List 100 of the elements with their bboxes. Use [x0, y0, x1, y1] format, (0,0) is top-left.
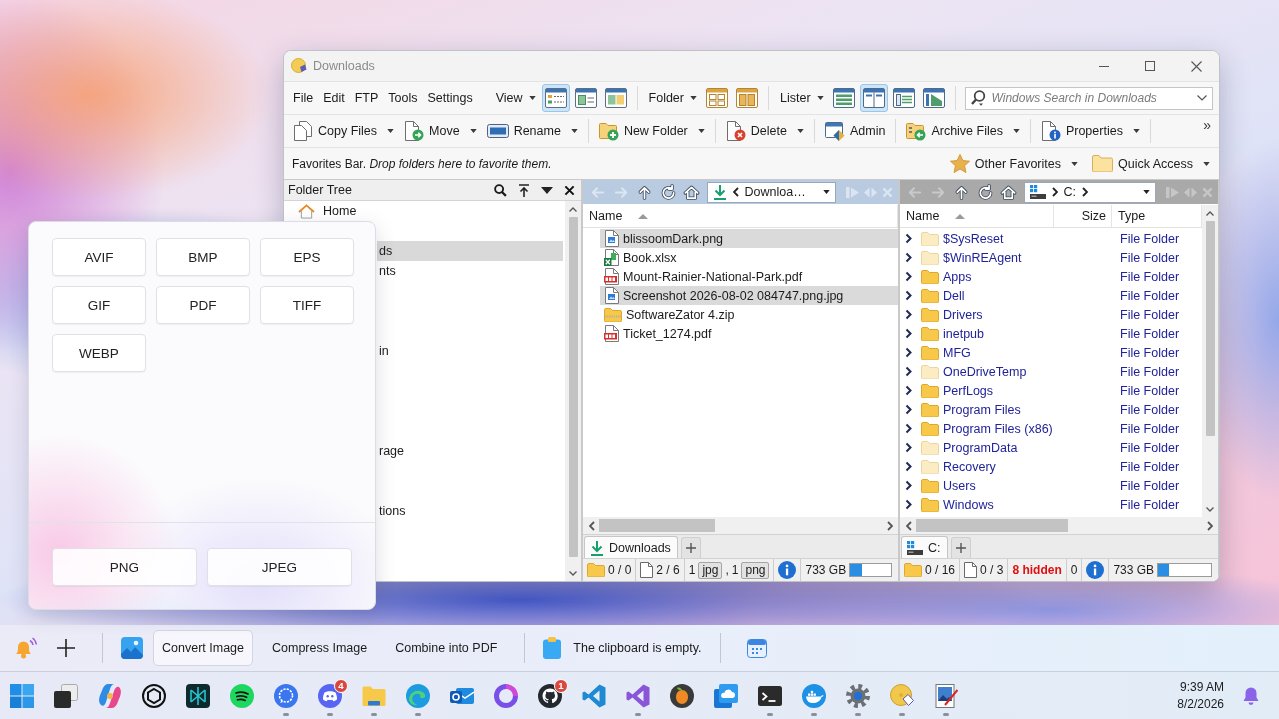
- target-format-button[interactable]: PNG: [52, 548, 197, 586]
- expand-chevron-icon[interactable]: [905, 423, 912, 434]
- speech-bubble-icon[interactable]: [274, 683, 298, 708]
- expand-chevron-icon[interactable]: [905, 328, 912, 339]
- notification-bell-icon[interactable]: [1242, 685, 1260, 706]
- calendar-icon[interactable]: [746, 638, 767, 658]
- swirl-icon[interactable]: [98, 683, 122, 708]
- file-row[interactable]: Screenshot 2026-08-02 084747.png.jpg: [600, 286, 898, 305]
- cloud-tile-icon[interactable]: [714, 683, 738, 708]
- expand-chevron-icon[interactable]: [905, 271, 912, 282]
- favorites-menu-button[interactable]: Quick Access: [1086, 149, 1215, 178]
- chevron-down-icon[interactable]: [1197, 94, 1207, 101]
- expand-chevron-icon[interactable]: [905, 290, 912, 301]
- layout-menu-button[interactable]: Lister: [774, 85, 830, 111]
- scroll-down-icon[interactable]: [569, 571, 577, 576]
- location-field[interactable]: C:: [1023, 181, 1156, 203]
- arrow-to-top-icon[interactable]: [518, 183, 530, 197]
- scroll-up-icon[interactable]: [569, 207, 577, 212]
- expand-chevron-icon[interactable]: [905, 366, 912, 377]
- overflow-button[interactable]: »: [1199, 117, 1215, 133]
- file-row[interactable]: inetpub File Folder: [917, 324, 1202, 343]
- horizontal-scrollbar[interactable]: [583, 517, 898, 534]
- minimize-icon[interactable]: [1099, 65, 1109, 67]
- lister-tab[interactable]: C:: [901, 536, 948, 558]
- clock-time[interactable]: 9:39 AM: [1179, 678, 1224, 696]
- column-header[interactable]: Size: [1054, 205, 1112, 227]
- expand-chevron-icon[interactable]: [905, 309, 912, 320]
- file-row[interactable]: $WinREAgent File Folder: [917, 248, 1202, 267]
- expand-chevron-icon[interactable]: [905, 385, 912, 396]
- file-row[interactable]: PerfLogs File Folder: [917, 381, 1202, 400]
- menu-item[interactable]: Tools: [383, 85, 423, 111]
- action-button[interactable]: Compress Image: [263, 630, 377, 666]
- ribbon-icon[interactable]: [582, 683, 606, 708]
- menu-item[interactable]: FTP: [349, 85, 384, 111]
- up-arrow-icon[interactable]: [953, 183, 970, 201]
- vertical-scrollbar[interactable]: [565, 201, 581, 581]
- vertical-scrollbar[interactable]: [1202, 205, 1218, 517]
- command-button[interactable]: Admin: [819, 117, 891, 145]
- format-button[interactable]: TIFF: [260, 286, 354, 324]
- file-row[interactable]: Dell File Folder: [917, 286, 1202, 305]
- command-button[interactable]: Archive Files: [901, 117, 1025, 145]
- starburst-tile-icon[interactable]: [186, 683, 210, 708]
- file-row[interactable]: Apps File Folder: [917, 267, 1202, 286]
- ribbon-icon[interactable]: [626, 683, 650, 708]
- layout-menu-button[interactable]: View: [489, 85, 542, 111]
- stacked-squares-icon[interactable]: [54, 683, 78, 708]
- expand-chevron-icon[interactable]: [905, 499, 912, 510]
- panel-toggle-icon[interactable]: [846, 186, 859, 198]
- info-icon[interactable]: [1086, 561, 1105, 579]
- format-button[interactable]: BMP: [156, 238, 250, 276]
- expand-chevron-icon[interactable]: [905, 480, 912, 491]
- tree-item[interactable]: in: [377, 341, 563, 361]
- target-format-button[interactable]: JPEG: [207, 548, 352, 586]
- menu-item[interactable]: Edit: [318, 85, 350, 111]
- expand-chevron-icon[interactable]: [905, 347, 912, 358]
- file-row[interactable]: OneDriveTemp File Folder: [917, 362, 1202, 381]
- file-row[interactable]: blissoomDark.png: [600, 229, 898, 248]
- scroll-down-icon[interactable]: [1206, 507, 1214, 512]
- plus-icon[interactable]: [685, 543, 696, 553]
- clock-date[interactable]: 8/2/2026: [1177, 695, 1224, 713]
- format-button[interactable]: PDF: [156, 286, 250, 324]
- command-button[interactable]: Delete: [720, 117, 809, 145]
- layout-button[interactable]: [541, 84, 570, 112]
- expand-chevron-icon[interactable]: [905, 404, 912, 415]
- tree-item[interactable]: rage: [377, 441, 563, 461]
- controller-face-icon[interactable]: [318, 683, 342, 708]
- cat-silhouette-icon[interactable]: [538, 683, 562, 708]
- format-button[interactable]: GIF: [52, 286, 146, 324]
- favorites-menu-button[interactable]: Other Favorites: [944, 149, 1083, 178]
- expand-chevron-icon[interactable]: [905, 442, 912, 453]
- gear-icon[interactable]: [846, 683, 870, 708]
- file-row[interactable]: Ticket_1274.pdf: [600, 324, 898, 343]
- location-field[interactable]: Downloa…: [706, 181, 836, 203]
- lister-tab[interactable]: Downloads: [584, 536, 678, 558]
- terminal-icon[interactable]: [758, 683, 782, 708]
- action-button[interactable]: Convert Image: [153, 630, 253, 666]
- file-type-tag[interactable]: jpg: [698, 561, 723, 579]
- command-button[interactable]: Properties: [1035, 117, 1145, 145]
- file-row[interactable]: SoftwareZator 4.zip: [600, 305, 898, 324]
- picture-pen-icon[interactable]: [934, 683, 958, 708]
- tree-item[interactable]: nts: [377, 261, 563, 281]
- up-arrow-icon[interactable]: [636, 183, 653, 201]
- maximize-icon[interactable]: [1145, 61, 1155, 71]
- search-icon[interactable]: [494, 183, 507, 197]
- file-row[interactable]: Program Files (x86) File Folder: [917, 419, 1202, 438]
- file-type-tag[interactable]: png: [741, 561, 770, 579]
- expand-chevron-icon[interactable]: [905, 252, 912, 263]
- scrollbar-thumb[interactable]: [568, 217, 578, 557]
- file-row[interactable]: Book.xlsx: [600, 248, 898, 267]
- format-button[interactable]: EPS: [260, 238, 354, 276]
- command-button[interactable]: Move: [399, 117, 482, 145]
- search-field[interactable]: Windows Search in Downloads: [964, 86, 1213, 110]
- refresh-icon[interactable]: [976, 183, 994, 201]
- close-icon[interactable]: [564, 184, 575, 196]
- scrollbar-thumb[interactable]: [599, 519, 715, 532]
- expand-chevron-icon[interactable]: [905, 233, 912, 244]
- file-row[interactable]: Drivers File Folder: [917, 305, 1202, 324]
- file-row[interactable]: Users File Folder: [917, 476, 1202, 495]
- horizontal-scrollbar[interactable]: [900, 517, 1218, 534]
- caret-icon[interactable]: [541, 186, 553, 194]
